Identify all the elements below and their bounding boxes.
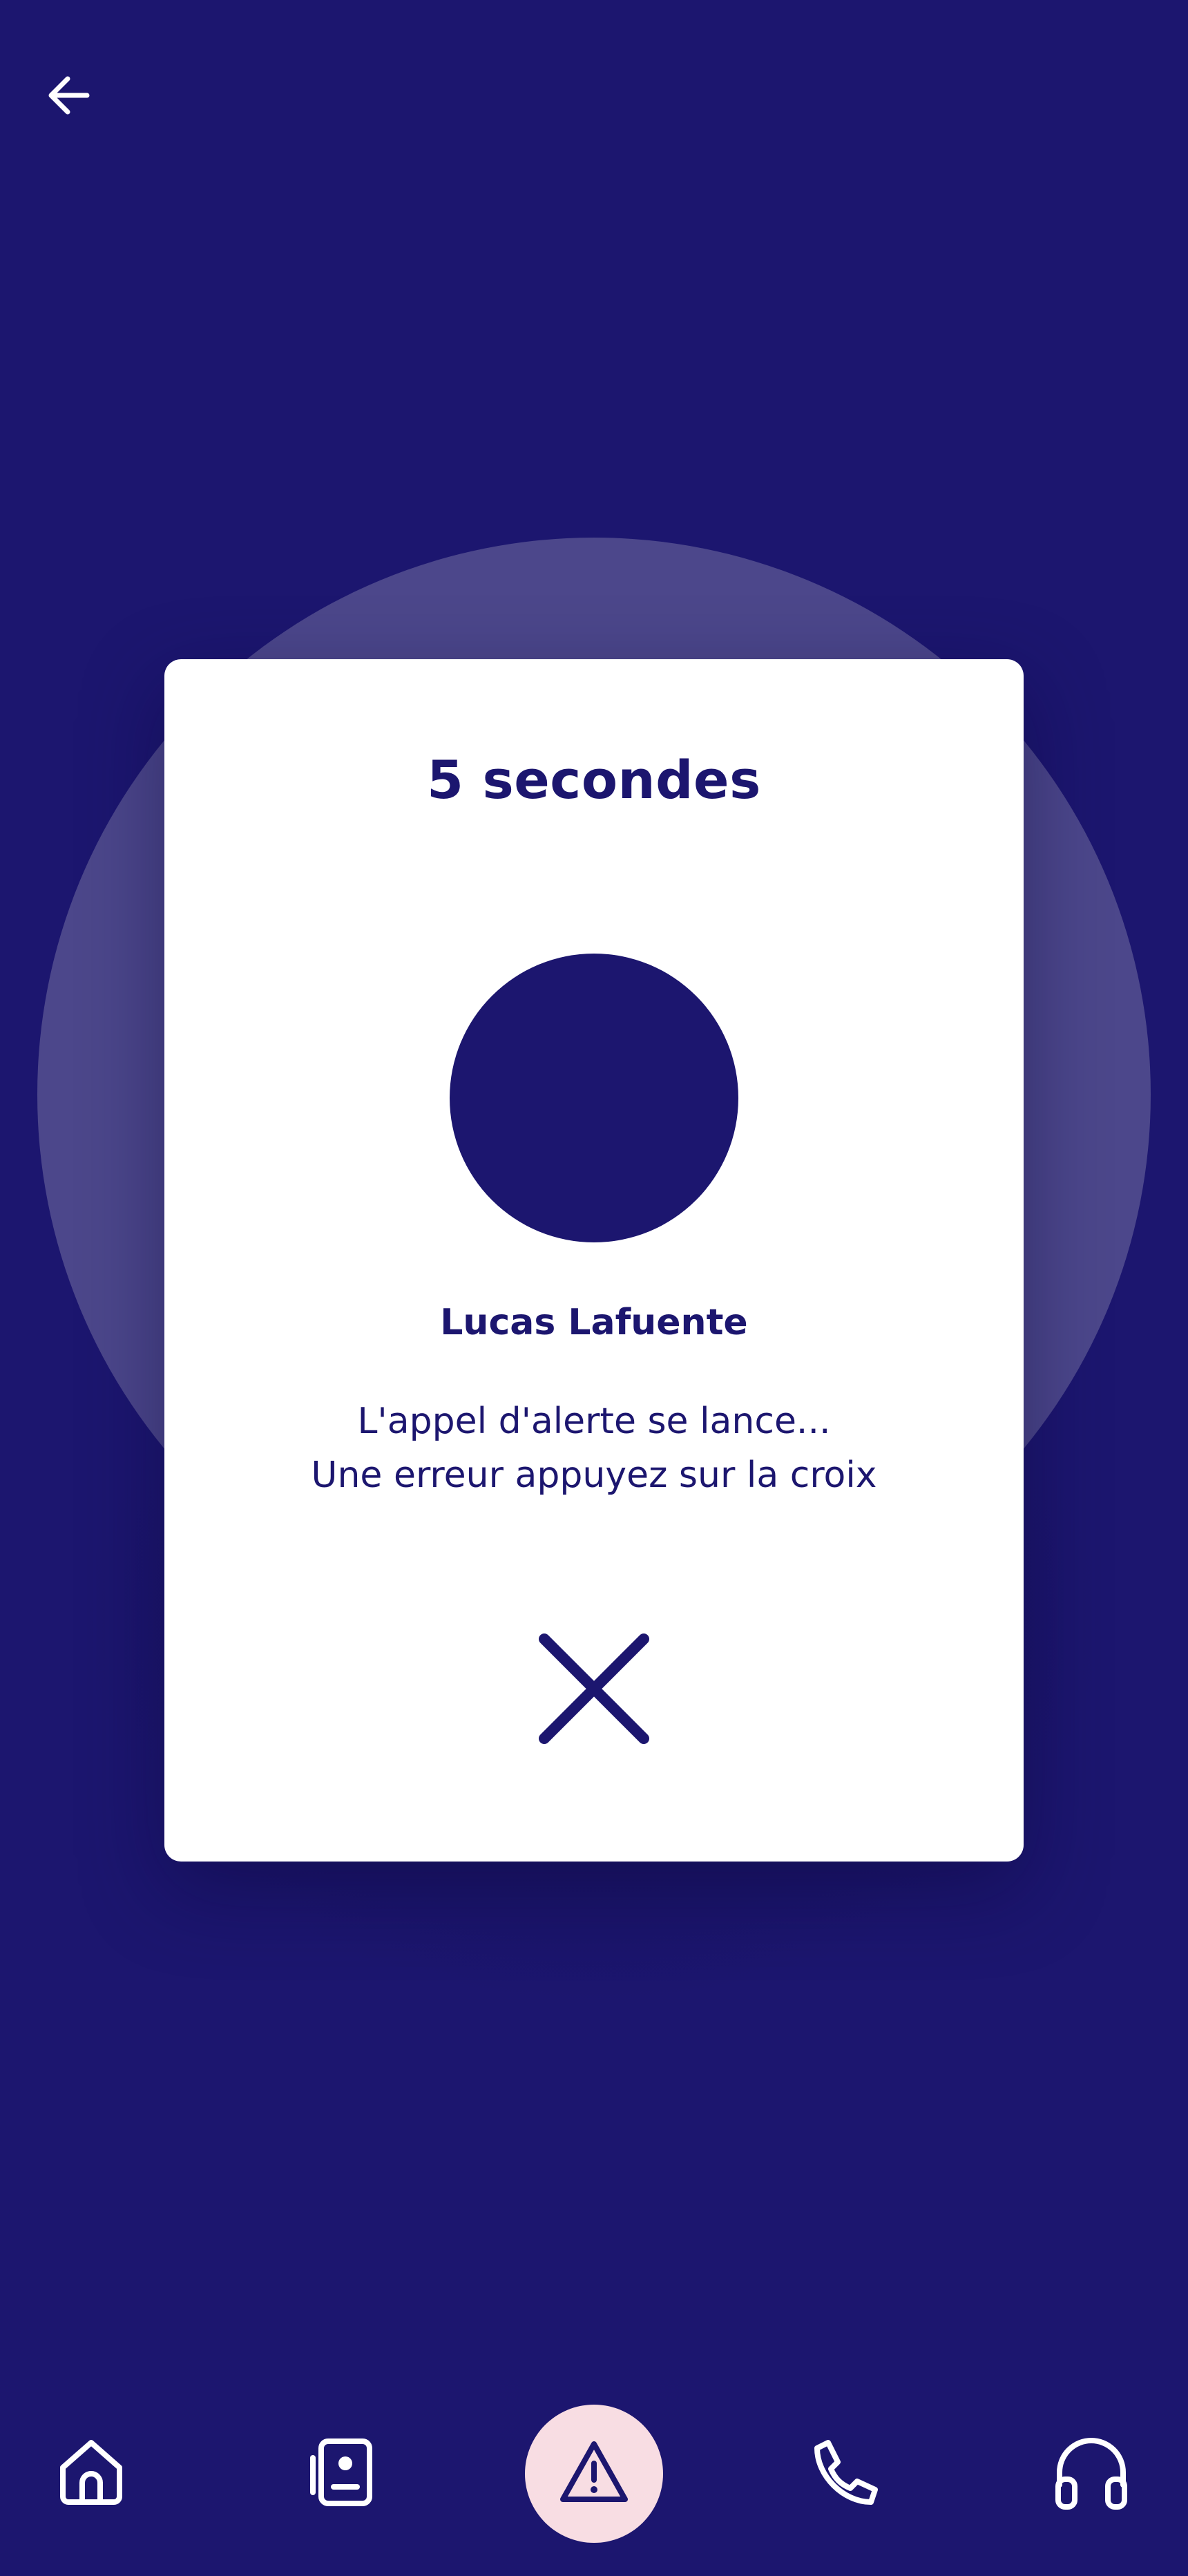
- avatar: [450, 954, 738, 1242]
- contact-name: Lucas Lafuente: [440, 1302, 748, 1343]
- back-button[interactable]: [41, 69, 97, 124]
- warning-icon: [556, 2434, 632, 2513]
- alert-message-line-1: L'appel d'alerte se lance...: [357, 1401, 831, 1442]
- alert-countdown-dialog: 5 secondes Lucas Lafuente L'appel d'aler…: [164, 659, 1024, 1862]
- headphones-icon: [1050, 2431, 1133, 2517]
- cancel-alert-button[interactable]: [532, 1628, 656, 1752]
- nav-contacts[interactable]: [274, 2405, 412, 2543]
- home-icon: [53, 2434, 129, 2513]
- phone-icon: [807, 2434, 883, 2513]
- close-icon: [539, 1633, 649, 1747]
- bottom-navigation: [0, 2391, 1188, 2557]
- arrow-left-icon: [44, 70, 94, 123]
- countdown-title: 5 secondes: [427, 749, 761, 811]
- nav-alert[interactable]: [525, 2405, 663, 2543]
- alert-message: L'appel d'alerte se lance... Une erreur …: [164, 1394, 1024, 1502]
- alert-message-line-2: Une erreur appuyez sur la croix: [311, 1455, 877, 1496]
- nav-support[interactable]: [1022, 2405, 1160, 2543]
- contact-card-icon: [305, 2434, 381, 2513]
- nav-phone[interactable]: [776, 2405, 914, 2543]
- nav-home[interactable]: [22, 2405, 160, 2543]
